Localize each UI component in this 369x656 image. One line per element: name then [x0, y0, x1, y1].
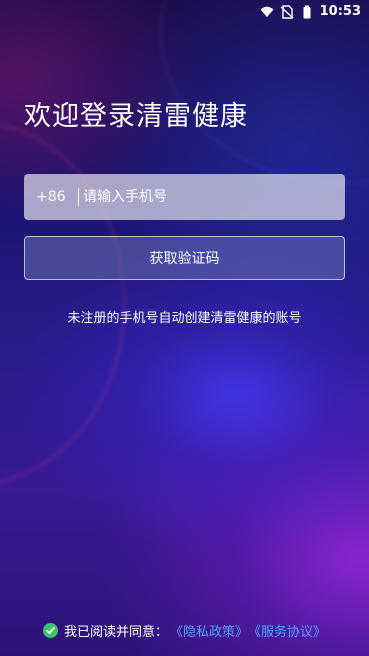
country-code-selector[interactable]: +86: [24, 189, 76, 205]
privacy-policy-link[interactable]: 《隐私政策》: [170, 621, 248, 640]
agreement-text: 我已阅读并同意：: [63, 625, 168, 640]
status-bar: 10:53: [0, 0, 369, 22]
background-decoration: [160, 0, 369, 184]
get-code-button[interactable]: 获取验证码: [24, 236, 345, 280]
welcome-title: 欢迎登录清雷健康: [24, 101, 248, 132]
status-time: 10:53: [319, 3, 361, 19]
login-screen: 10:53 欢迎登录清雷健康 +86 获取验证码 未注册的手机号自动创建清雷健康…: [0, 0, 369, 656]
battery-icon: [300, 4, 314, 19]
service-agreement-link[interactable]: 《服务协议》: [248, 621, 326, 640]
no-sim-icon: [280, 4, 294, 19]
auto-register-notice: 未注册的手机号自动创建清雷健康的账号: [67, 311, 302, 326]
check-icon: [46, 627, 55, 634]
agree-checkbox[interactable]: [42, 623, 58, 638]
phone-field[interactable]: +86: [24, 173, 345, 221]
agreement-row: 我已阅读并同意： 《隐私政策》 《服务协议》: [0, 621, 369, 640]
wifi-icon: [260, 4, 274, 18]
phone-input[interactable]: [79, 173, 345, 221]
